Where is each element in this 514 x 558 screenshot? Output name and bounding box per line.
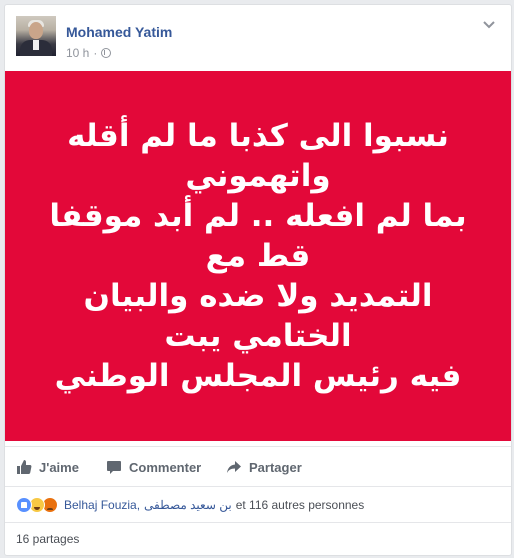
like-label: J'aime xyxy=(39,459,79,475)
post-text-line: نسبوا الى كذبا ما لم أقله واتهموني xyxy=(67,118,449,194)
comment-icon xyxy=(106,459,122,475)
globe-icon xyxy=(101,48,112,58)
like-reaction-icon xyxy=(16,496,32,513)
thumbs-up-icon xyxy=(16,459,32,475)
like-button[interactable]: J'aime xyxy=(16,447,79,487)
share-button[interactable]: Partager xyxy=(226,447,302,487)
post-meta: 10 h · xyxy=(66,46,112,60)
share-arrow-icon xyxy=(226,459,242,475)
shares-count[interactable]: 16 partages xyxy=(16,532,79,546)
chevron-down-icon[interactable] xyxy=(482,20,496,32)
shares-row: 16 partages xyxy=(5,522,511,555)
action-bar: J'aime Commenter Partager xyxy=(5,446,511,486)
comment-label: Commenter xyxy=(129,459,202,475)
post-card: Mohamed Yatim 10 h · نسبوا الى كذبا ما ل… xyxy=(4,4,512,556)
author-name[interactable]: Mohamed Yatim xyxy=(66,24,172,40)
reactions-row[interactable]: Belhaj Fouzia, بن سعيد مصطفى et 116 autr… xyxy=(5,486,511,522)
post-text-line: بما لم افعله .. لم أبد موقفا قط مع xyxy=(49,198,467,274)
post-image[interactable]: نسبوا الى كذبا ما لم أقله واتهموني بما ل… xyxy=(5,71,511,441)
post-text-line: التمديد ولا ضده والبيان الختامي يبت xyxy=(83,278,433,354)
reaction-count[interactable]: et 116 autres personnes xyxy=(236,498,365,512)
reaction-summary: Belhaj Fouzia, بن سعيد مصطفى et 116 autr… xyxy=(64,498,364,512)
reaction-icons xyxy=(16,496,58,513)
post-text-line: فيه رئيس المجلس الوطني xyxy=(54,358,462,394)
meta-separator: · xyxy=(93,46,98,60)
comment-button[interactable]: Commenter xyxy=(106,447,201,487)
avatar[interactable] xyxy=(16,16,56,56)
reactor-name[interactable]: Belhaj Fouzia, xyxy=(64,498,140,512)
post-time[interactable]: 10 h xyxy=(66,46,89,60)
share-label: Partager xyxy=(249,459,302,475)
post-image-text: نسبوا الى كذبا ما لم أقله واتهموني بما ل… xyxy=(28,116,488,396)
post-header: Mohamed Yatim 10 h · xyxy=(16,16,500,66)
reactor-name[interactable]: بن سعيد مصطفى xyxy=(144,498,232,512)
